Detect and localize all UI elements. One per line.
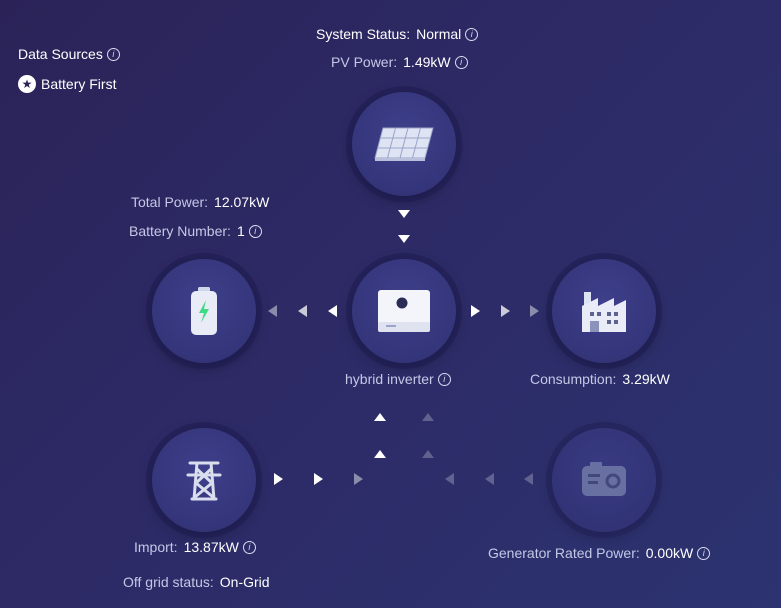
inverter-icon	[378, 290, 430, 332]
battery-mode[interactable]: ★ Battery First	[18, 75, 116, 93]
generator-value: 0.00kW	[645, 545, 694, 561]
system-status: System Status: Normal i	[316, 26, 479, 42]
import-label: Import:	[134, 539, 178, 555]
power-tower-icon	[186, 461, 222, 501]
flow-arrow-left	[485, 473, 494, 485]
flow-arrow-right	[530, 305, 539, 317]
info-icon[interactable]: i	[697, 546, 711, 560]
flow-arrow-up	[374, 413, 386, 421]
battery-number-value: 1	[236, 223, 245, 239]
flow-arrow-left	[328, 305, 337, 317]
battery-number-label: Battery Number:	[129, 223, 231, 239]
inverter-label: hybrid inverter	[345, 371, 434, 387]
consumption-label-row: Consumption: 3.29kW	[530, 371, 670, 387]
consumption-label: Consumption:	[530, 371, 617, 387]
info-icon[interactable]: i	[248, 224, 262, 238]
flow-arrow-left	[298, 305, 307, 317]
info-icon[interactable]: i	[454, 55, 468, 69]
pv-power-value: 1.49kW	[403, 54, 451, 70]
offgrid-row: Off grid status: On-Grid	[123, 574, 270, 590]
info-icon[interactable]: i	[242, 540, 256, 554]
flow-arrow-left	[524, 473, 533, 485]
flow-arrow-right	[501, 305, 510, 317]
offgrid-value: On-Grid	[219, 574, 270, 590]
info-icon[interactable]: i	[437, 372, 451, 386]
flow-arrow-down	[398, 235, 410, 243]
consumption-value: 3.29kW	[622, 371, 670, 387]
flow-arrow-left	[445, 473, 454, 485]
system-status-label: System Status:	[316, 26, 411, 42]
flow-arrow-right	[354, 473, 363, 485]
flow-arrow-up	[422, 413, 434, 421]
factory-icon	[582, 292, 626, 332]
consumption-node[interactable]	[552, 259, 656, 363]
info-icon[interactable]: i	[106, 47, 120, 61]
grid-node[interactable]	[152, 428, 256, 532]
battery-total-power: Total Power: 12.07kW	[131, 194, 269, 210]
flow-arrow-up	[374, 450, 386, 458]
solar-panel-icon	[374, 127, 434, 161]
flow-arrow-right	[471, 305, 480, 317]
star-icon: ★	[18, 75, 36, 93]
battery-total-value: 12.07kW	[214, 194, 270, 210]
pv-node[interactable]	[352, 92, 456, 196]
import-row: Import: 13.87kW i	[134, 539, 256, 555]
info-icon[interactable]: i	[465, 27, 479, 41]
pv-power: PV Power: 1.49kW i	[331, 54, 468, 70]
pv-power-label: PV Power:	[331, 54, 398, 70]
battery-icon	[191, 287, 217, 335]
data-sources-label: Data Sources	[18, 46, 103, 62]
flow-arrow-up	[422, 450, 434, 458]
offgrid-label: Off grid status:	[123, 574, 214, 590]
generator-row: Generator Rated Power: 0.00kW i	[488, 545, 711, 561]
battery-total-label: Total Power:	[131, 194, 209, 210]
battery-mode-label: Battery First	[41, 76, 117, 92]
data-sources[interactable]: Data Sources i	[18, 46, 120, 62]
generator-node[interactable]	[552, 428, 656, 532]
inverter-node[interactable]	[352, 259, 456, 363]
battery-node[interactable]	[152, 259, 256, 363]
generator-icon	[582, 462, 626, 496]
import-value: 13.87kW	[183, 539, 239, 555]
flow-arrow-right	[274, 473, 283, 485]
battery-number: Battery Number: 1 i	[129, 223, 262, 239]
flow-arrow-left	[268, 305, 277, 317]
generator-label: Generator Rated Power:	[488, 545, 640, 561]
inverter-label-row: hybrid inverter i	[345, 371, 451, 387]
system-status-value: Normal	[416, 26, 462, 42]
flow-arrow-right	[314, 473, 323, 485]
flow-arrow-down	[398, 210, 410, 218]
